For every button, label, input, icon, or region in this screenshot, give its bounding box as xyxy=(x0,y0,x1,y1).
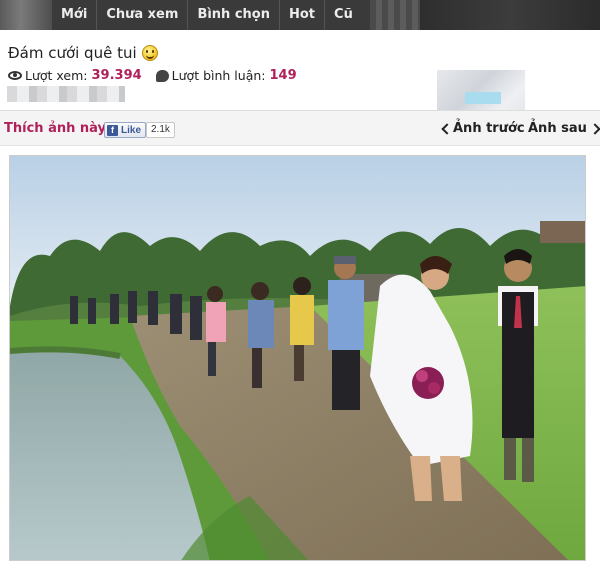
next-image-label: Ảnh sau xyxy=(528,121,587,136)
blurred-uploader-info xyxy=(7,86,125,102)
post-title: Đám cưới quê tui xyxy=(8,44,137,62)
smiley-icon xyxy=(141,45,158,61)
prev-image-link[interactable]: Ảnh trước xyxy=(441,121,525,136)
chevron-right-icon xyxy=(589,122,600,135)
site-logo-blurred[interactable] xyxy=(0,0,52,30)
like-count-badge: 2.1k xyxy=(146,122,175,138)
facebook-icon: f xyxy=(107,124,118,136)
next-image-link[interactable]: Ảnh sau xyxy=(528,121,600,136)
nav-item-binh-chon[interactable]: Bình chọn xyxy=(188,0,279,30)
post-image[interactable] xyxy=(9,155,586,561)
comments-label: Lượt bình luận: xyxy=(171,68,266,83)
comments-count: 149 xyxy=(269,68,297,83)
chevron-left-icon xyxy=(441,122,453,135)
eye-icon xyxy=(8,71,22,80)
views-label: Lượt xem: xyxy=(25,68,88,83)
nav-item-chua-xem[interactable]: Chưa xem xyxy=(97,0,187,30)
nav-blurred-region xyxy=(419,0,600,30)
like-button-label: Like xyxy=(121,124,142,136)
comment-icon xyxy=(155,69,169,82)
views-count: 39.394 xyxy=(91,68,142,83)
nav-blurred-region xyxy=(369,0,420,30)
top-nav-bar: Mới Chưa xem Bình chọn Hot Cũ xyxy=(0,0,600,30)
prev-image-label: Ảnh trước xyxy=(453,121,525,136)
post-title-row: Đám cưới quê tui xyxy=(8,44,158,62)
like-prompt: Thích ảnh này? xyxy=(4,121,114,136)
nav-item-moi[interactable]: Mới xyxy=(52,0,96,30)
facebook-like-button[interactable]: f Like xyxy=(104,122,147,138)
post-stats: Lượt xem: 39.394 Lượt bình luận: 149 xyxy=(8,68,297,83)
post-header: Đám cưới quê tui Lượt xem: 39.394 Lượt b… xyxy=(0,30,600,128)
nav-item-hot[interactable]: Hot xyxy=(280,0,324,30)
wedding-photo-illustration xyxy=(10,156,585,560)
like-bar: Thích ảnh này? f Like 2.1k Ảnh trước Ảnh… xyxy=(0,110,600,146)
nav-item-cu[interactable]: Cũ xyxy=(325,0,362,30)
